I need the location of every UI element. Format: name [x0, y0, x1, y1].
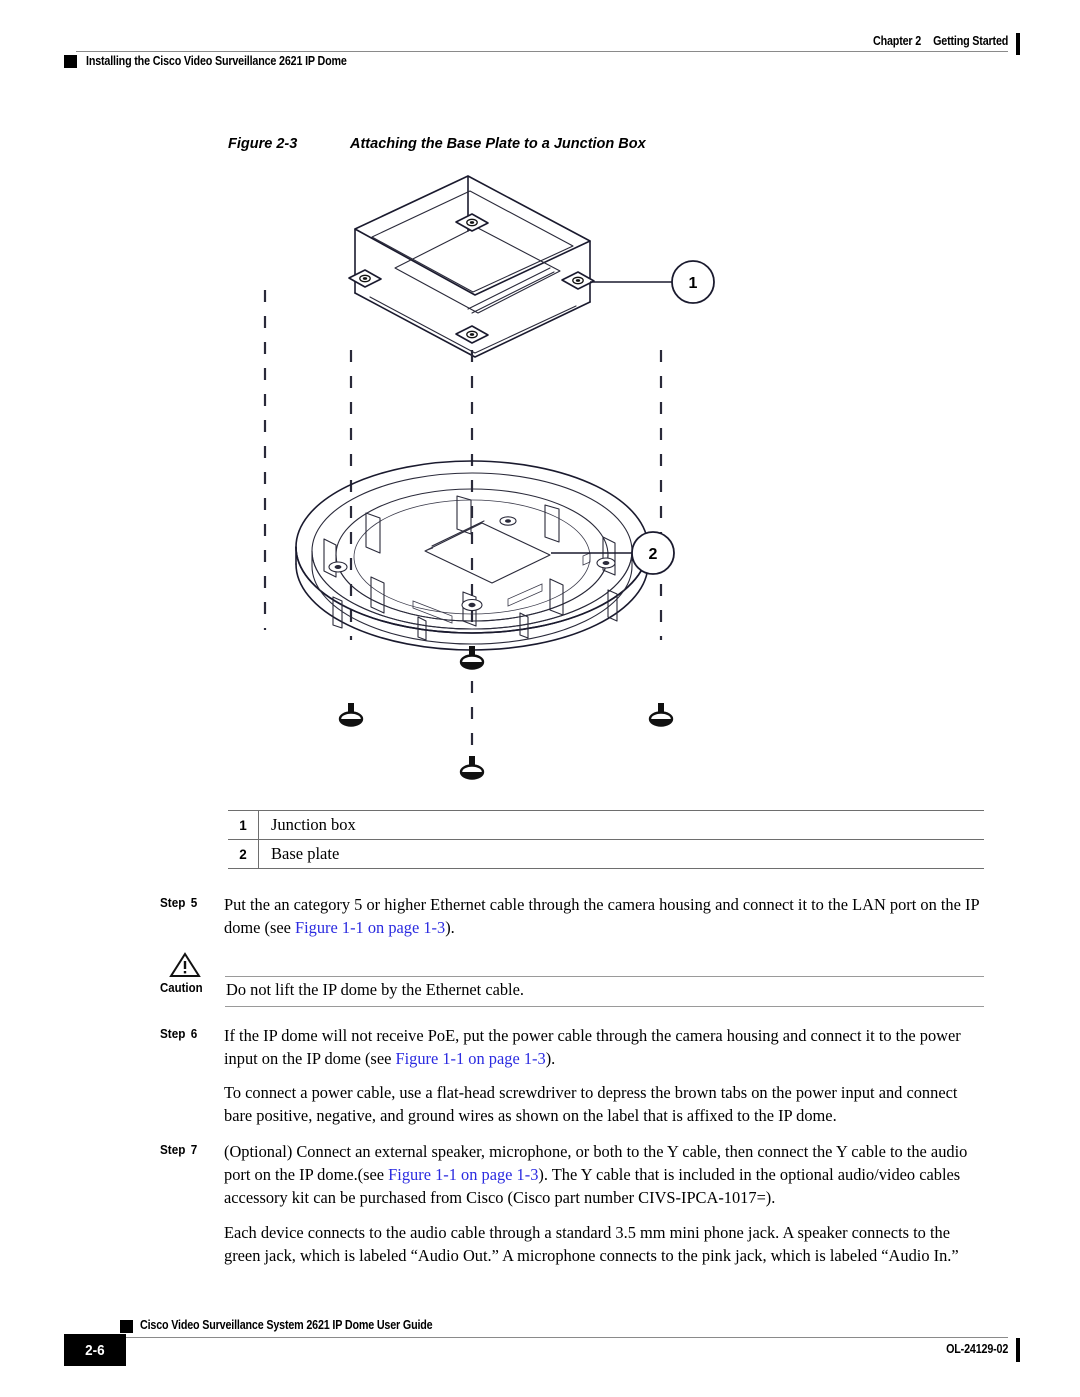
- step-5: Step 5 Put the an category 5 or higher Et…: [0, 893, 1080, 940]
- mount-hole-top: [455, 213, 489, 232]
- header-rule: [76, 51, 1008, 52]
- mount-hole-left: [348, 269, 382, 288]
- callout-1: 1: [590, 260, 715, 304]
- screw-left: [338, 703, 364, 727]
- mount-hole-bottom: [455, 325, 489, 344]
- footer-page-number: 2-6: [85, 1341, 105, 1359]
- header-chapter: Chapter 2: [872, 34, 921, 48]
- step-number: 7: [190, 1141, 198, 1157]
- screw-right: [648, 703, 674, 727]
- junction-box-and-base-plate-diagram: .ln { fill:none; stroke:#1a1a2e; stroke-…: [263, 175, 715, 780]
- step-5-tag: Step 5: [160, 893, 218, 910]
- step-word: Step: [160, 895, 186, 910]
- paragraph: If the IP dome will not receive PoE, put…: [224, 1025, 961, 1068]
- footer-bullet-square-icon: [120, 1320, 133, 1333]
- caution-block: Caution Do not lift the IP dome by the E…: [0, 951, 1080, 1014]
- callout-2: 2: [551, 531, 675, 575]
- step-5-body: Put the an category 5 or higher Ethernet…: [224, 893, 984, 940]
- page-footer: Cisco Video Surveillance System 2621 IP …: [0, 1302, 1080, 1397]
- paragraph: Put the an category 5 or higher Ethernet…: [224, 895, 979, 938]
- step-7: Step 7 (Optional) Connect an external spe…: [0, 1140, 1080, 1267]
- step-6: Step 6 If the IP dome will not receive Po…: [0, 1024, 1080, 1128]
- caution-rule-top: [225, 975, 984, 977]
- alignment-dashed-lines: [263, 290, 663, 765]
- junction-box-graphic: [348, 175, 595, 358]
- step-number: 5: [190, 895, 198, 910]
- caution-rule-bottom: [225, 1005, 984, 1007]
- paragraph: Each device connects to the audio cable …: [224, 1222, 959, 1265]
- caution-warning-icon: [169, 951, 201, 977]
- figure-artwork: .ln { fill:none; stroke:#1a1a2e; stroke-…: [220, 165, 840, 805]
- cross-reference-link[interactable]: Figure 1-1 on page 1-3: [388, 1165, 538, 1184]
- cross-reference-link[interactable]: Figure 1-1 on page 1-3: [295, 918, 445, 937]
- legend-label: Base plate: [271, 844, 340, 863]
- step-6-tag: Step 6: [160, 1024, 218, 1041]
- legend-number: 2: [239, 846, 247, 862]
- header-running-title: Installing the Cisco Video Surveillance …: [86, 54, 347, 68]
- step-6-body: If the IP dome will not receive PoE, put…: [224, 1024, 984, 1128]
- paragraph: To connect a power cable, use a flat-hea…: [224, 1083, 958, 1126]
- footer-guide-title: Cisco Video Surveillance System 2621 IP …: [140, 1318, 433, 1332]
- table-row: 1 Junction box: [228, 811, 984, 839]
- figure-title: Attaching the Base Plate to a Junction B…: [350, 136, 646, 152]
- screw-center-lower: [459, 756, 485, 780]
- page-header: Chapter 2 Getting Started Installing the…: [0, 0, 1080, 80]
- change-bar-top: [1016, 33, 1020, 55]
- footer-page-box: 2-6: [64, 1334, 126, 1366]
- footer-rule: [120, 1337, 1008, 1338]
- legend-rule-bottom: [228, 868, 984, 869]
- legend-label: Junction box: [271, 815, 356, 834]
- cross-reference-link[interactable]: Figure 1-1 on page 1-3: [395, 1049, 545, 1068]
- step-7-body: (Optional) Connect an external speaker, …: [224, 1140, 984, 1267]
- legend-number: 1: [239, 817, 247, 833]
- figure-legend-table: 1 Junction box 2 Base plate: [228, 810, 984, 869]
- paragraph: (Optional) Connect an external speaker, …: [224, 1141, 968, 1208]
- step-7-tag: Step 7: [160, 1140, 218, 1157]
- table-row: 2 Base plate: [228, 840, 984, 868]
- mounting-screws: [338, 646, 674, 780]
- figure-number: Figure 2-3: [228, 136, 298, 152]
- header-chapter-group: Chapter 2 Getting Started: [873, 34, 1008, 48]
- step-word: Step: [160, 1141, 186, 1157]
- callout-2-number: 2: [649, 546, 658, 563]
- change-bar-bottom: [1016, 1338, 1020, 1362]
- figure-caption: Figure 2-3 Attaching the Base Plate to a…: [228, 136, 646, 152]
- step-number: 6: [190, 1025, 198, 1041]
- procedure-steps: Step 5 Put the an category 5 or higher Et…: [0, 893, 1080, 1279]
- header-chapter-title: Getting Started: [932, 34, 1008, 48]
- caution-label: Caution: [160, 979, 203, 995]
- step-word: Step: [160, 1025, 186, 1041]
- caution-text: Do not lift the IP dome by the Ethernet …: [226, 979, 524, 999]
- header-running-title-group: Installing the Cisco Video Surveillance …: [64, 54, 389, 68]
- callout-1-number: 1: [689, 275, 698, 292]
- footer-doc-number: OL-24129-02: [945, 1342, 1008, 1356]
- header-bullet-square-icon: [64, 54, 77, 68]
